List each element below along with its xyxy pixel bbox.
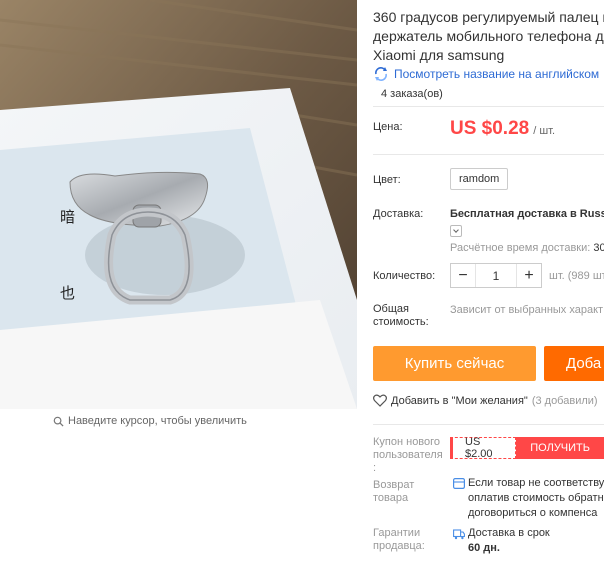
returns-text-line: договориться о компенса bbox=[468, 507, 598, 519]
wishlist-count: (3 добавили) bbox=[531, 394, 598, 407]
title-line: Xiaomi для samsung bbox=[373, 47, 505, 63]
guarantee-text: Доставка в срок 60 дн. bbox=[468, 526, 550, 556]
heart-icon bbox=[373, 394, 387, 407]
translate-icon bbox=[375, 67, 387, 81]
title-line: держатель мобильного телефона де bbox=[373, 28, 604, 44]
returns-label-line: товара bbox=[373, 492, 409, 504]
zoom-hint-text: Наведите курсор, чтобы увеличить bbox=[68, 415, 247, 427]
guarantee-label: Гарантии продавца: bbox=[373, 527, 425, 553]
buy-now-button[interactable]: Купить сейчас bbox=[373, 346, 536, 381]
returns-text: Если товар не соответству оплатив стоимо… bbox=[468, 476, 604, 521]
product-title: 360 градусов регулируемый палец к держат… bbox=[373, 8, 604, 65]
total-label-line: Общая bbox=[373, 303, 409, 315]
translate-title-link[interactable]: Посмотреть название на английском bbox=[373, 66, 599, 82]
title-line: 360 градусов регулируемый палец к bbox=[373, 9, 604, 25]
coupon-value: US $2.00 bbox=[450, 436, 517, 460]
product-info-panel: 360 градусов регулируемый палец к держат… bbox=[357, 0, 604, 561]
returns-text-line: оплатив стоимость обратн bbox=[468, 492, 604, 504]
magnifier-icon bbox=[53, 416, 64, 427]
get-coupon-button[interactable]: ПОЛУЧИТЬ bbox=[516, 437, 604, 459]
quantity-input[interactable]: 1 bbox=[475, 264, 517, 287]
shipping-label: Доставка: bbox=[373, 208, 424, 220]
quantity-available: шт. (989 шт bbox=[549, 270, 604, 282]
quantity-label: Количество: bbox=[373, 270, 436, 282]
coupon-label-line: Купон нового bbox=[373, 436, 441, 448]
guarantee-label-line: Гарантии bbox=[373, 527, 421, 539]
guarantee-text-line: Доставка в срок bbox=[468, 527, 550, 539]
total-label-line: стоимость: bbox=[373, 316, 429, 328]
svg-text:也: 也 bbox=[60, 284, 75, 302]
color-label: Цвет: bbox=[373, 174, 401, 186]
divider bbox=[373, 106, 604, 107]
price-label: Цена: bbox=[373, 121, 403, 133]
returns-label: Возврат товара bbox=[373, 479, 414, 505]
add-to-wishlist-link[interactable]: Добавить в "Мои желания" (3 добавили) bbox=[373, 394, 598, 407]
delivery-time-label: Расчётное время доставки: bbox=[450, 242, 591, 254]
price-amount: US $0.28 bbox=[450, 118, 530, 139]
returns-label-line: Возврат bbox=[373, 479, 415, 491]
orders-count: 4 заказа(ов) bbox=[381, 88, 443, 100]
price-block: US $0.28/ шт. bbox=[450, 118, 555, 140]
product-image[interactable]: 暗 也 bbox=[0, 0, 357, 409]
shipping-method: Бесплатная доставка в Russ bbox=[450, 208, 604, 220]
zoom-hint: Наведите курсор, чтобы увеличить bbox=[53, 415, 247, 427]
svg-text:暗: 暗 bbox=[60, 208, 75, 226]
color-option[interactable]: ramdom bbox=[450, 168, 509, 190]
shipping-dropdown-chevron-icon[interactable] bbox=[450, 225, 462, 237]
coupon-label-line: : bbox=[373, 462, 377, 474]
add-to-cart-button[interactable]: Доба bbox=[544, 346, 604, 381]
returns-text-line: Если товар не соответству bbox=[468, 477, 604, 489]
total-label: Общая стоимость: bbox=[373, 303, 429, 329]
return-box-icon bbox=[453, 478, 465, 489]
divider bbox=[373, 424, 604, 425]
quantity-plus-button[interactable]: + bbox=[517, 264, 541, 287]
translate-link-text[interactable]: Посмотреть название на английском bbox=[394, 67, 599, 81]
price-unit: / шт. bbox=[533, 125, 556, 137]
product-photo: 暗 也 bbox=[0, 0, 357, 409]
quantity-minus-button[interactable]: − bbox=[451, 264, 475, 287]
delivery-truck-icon bbox=[453, 529, 465, 540]
delivery-time: Расчётное время доставки: 30 bbox=[450, 242, 604, 254]
guarantee-days: 60 дн. bbox=[468, 542, 500, 554]
coupon-label: Купон нового пользователя : bbox=[373, 436, 443, 475]
coupon-box: US $2.00 ПОЛУЧИТЬ bbox=[450, 436, 604, 460]
coupon-label-line: пользователя bbox=[373, 449, 443, 461]
divider bbox=[373, 154, 604, 155]
quantity-stepper[interactable]: − 1 + bbox=[450, 263, 542, 288]
total-value: Зависит от выбранных характ bbox=[450, 304, 604, 316]
guarantee-label-line: продавца: bbox=[373, 540, 425, 552]
delivery-time-value: 30 bbox=[593, 242, 604, 254]
wishlist-label[interactable]: Добавить в "Мои желания" bbox=[391, 395, 528, 407]
